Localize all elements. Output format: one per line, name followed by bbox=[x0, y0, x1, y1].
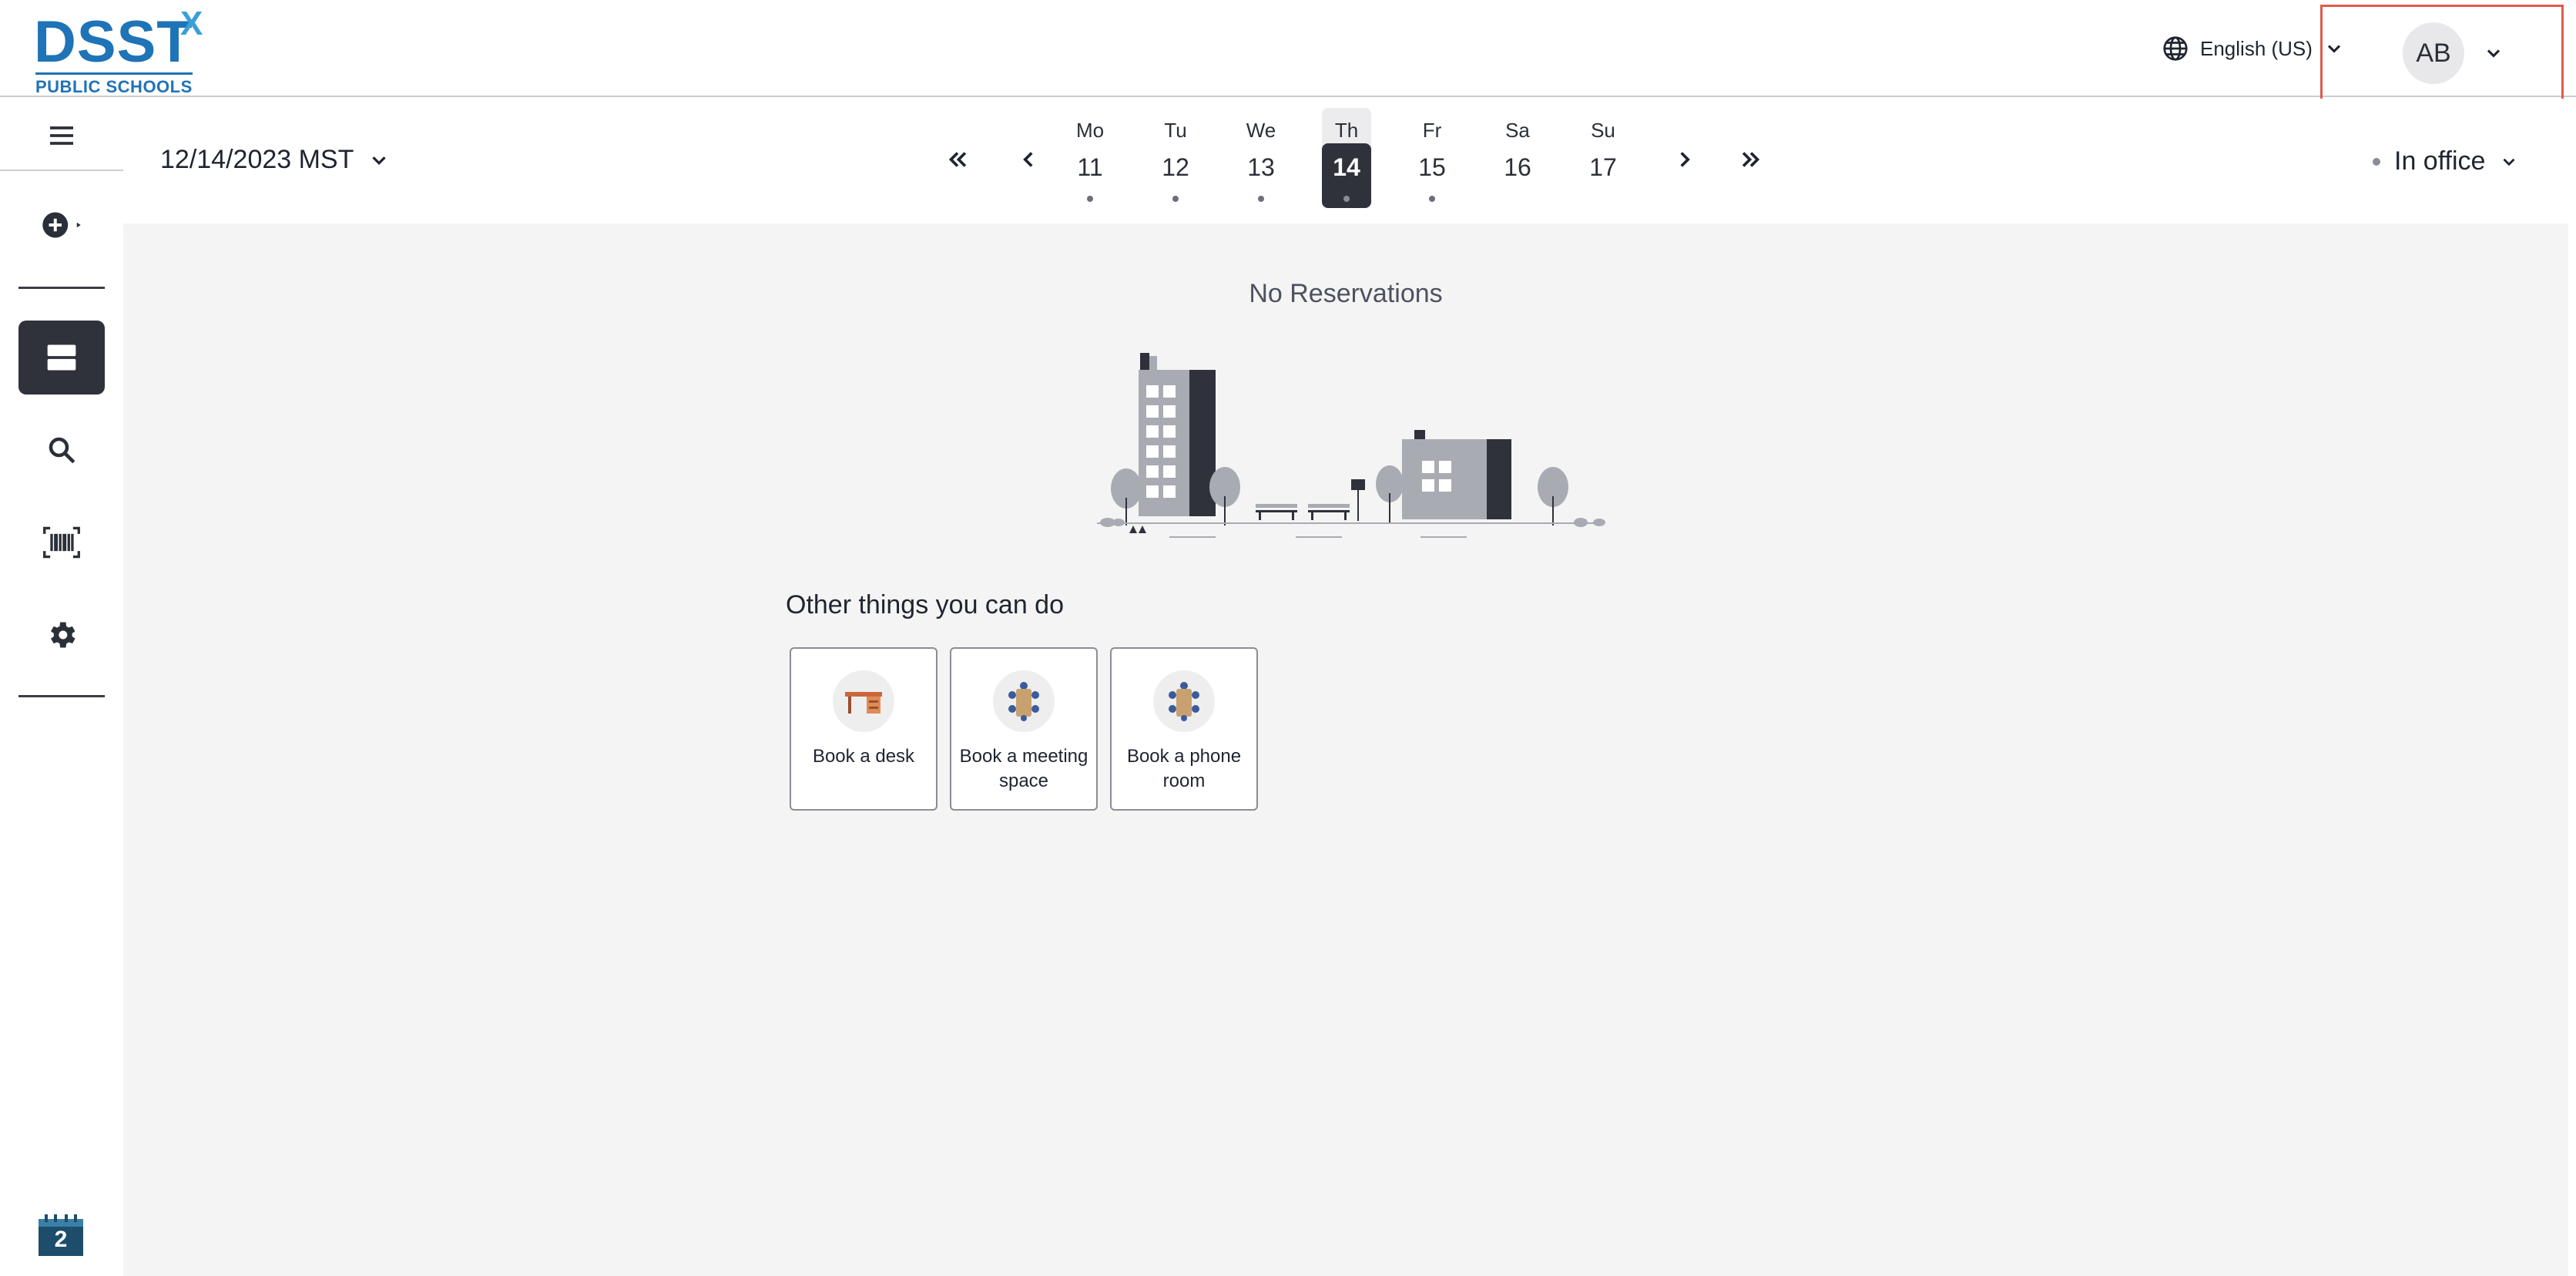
day-tuesday[interactable]: Tu 12 bbox=[1151, 108, 1200, 208]
day-name: Fr bbox=[1422, 119, 1442, 142]
day-name: Th bbox=[1334, 119, 1359, 142]
main-content: No Reservations Other things you can do … bbox=[123, 223, 2568, 1276]
reservation-dot bbox=[1429, 196, 1435, 202]
status-dot bbox=[2373, 157, 2380, 166]
sidebar-divider bbox=[18, 287, 105, 289]
day-date: 11 bbox=[1077, 153, 1103, 181]
book-desk-card[interactable]: Book a desk bbox=[790, 647, 937, 811]
card-label: Book a meeting space bbox=[959, 746, 1088, 791]
create-button[interactable] bbox=[18, 188, 105, 262]
reservation-dot bbox=[1172, 196, 1179, 202]
city-illustration bbox=[1097, 353, 1605, 538]
language-selector[interactable]: English (US) bbox=[2162, 31, 2345, 66]
sidebar: 2 bbox=[0, 99, 123, 1276]
date-selector[interactable]: 12/14/2023 MST bbox=[160, 145, 391, 175]
chevron-right-icon bbox=[1680, 152, 1690, 167]
day-date: 15 bbox=[1418, 153, 1446, 181]
chevron-down-icon bbox=[372, 156, 387, 165]
avatar-initials: AB bbox=[2416, 38, 2451, 68]
card-label: Book a desk bbox=[812, 746, 915, 767]
status-label: In office bbox=[2394, 146, 2486, 176]
day-name: Sa bbox=[1505, 119, 1530, 142]
reservation-dot bbox=[1087, 196, 1093, 202]
day-date: 16 bbox=[1504, 153, 1531, 181]
reservations-button[interactable] bbox=[18, 321, 105, 395]
sidebar-divider bbox=[18, 695, 105, 697]
calendar-badge-number: 2 bbox=[54, 1227, 68, 1252]
settings-button[interactable] bbox=[18, 598, 105, 672]
globe-icon bbox=[2163, 36, 2188, 61]
empty-state-text: No Reservations bbox=[1249, 279, 1443, 308]
first-week-button[interactable] bbox=[944, 146, 971, 180]
date-toolbar: 12/14/2023 MST Mo 11 Tu 12 We 13 Th 14 F… bbox=[123, 99, 2576, 223]
reservation-dot bbox=[1343, 196, 1350, 202]
logo-x-mark: X bbox=[180, 5, 203, 42]
day-saturday[interactable]: Sa 16 bbox=[1493, 108, 1542, 208]
next-week-button[interactable] bbox=[1672, 146, 1698, 180]
sidebar-menu-button[interactable] bbox=[18, 103, 105, 168]
day-friday[interactable]: Fr 15 bbox=[1407, 108, 1457, 208]
previous-week-button[interactable] bbox=[1015, 146, 1041, 180]
double-chevron-left-icon bbox=[948, 152, 967, 167]
day-date: 12 bbox=[1162, 153, 1189, 181]
logo-text: DSST bbox=[34, 9, 193, 75]
top-bar: DSST X PUBLIC SCHOOLS English (US) AB bbox=[0, 0, 2576, 119]
last-week-button[interactable] bbox=[1738, 146, 1764, 180]
day-thursday-selected[interactable]: Th 14 bbox=[1322, 108, 1371, 208]
hamburger-icon bbox=[50, 126, 73, 145]
search-icon bbox=[49, 437, 75, 464]
calendar-badge[interactable]: 2 bbox=[39, 1214, 83, 1256]
chevron-left-icon bbox=[1023, 152, 1033, 167]
day-date: 17 bbox=[1589, 153, 1617, 181]
scan-button[interactable] bbox=[18, 505, 105, 579]
day-sunday[interactable]: Su 17 bbox=[1578, 108, 1628, 208]
day-monday[interactable]: Mo 11 bbox=[1065, 108, 1115, 208]
double-chevron-right-icon bbox=[1742, 152, 1760, 167]
gear-icon bbox=[51, 622, 75, 648]
search-button[interactable] bbox=[18, 413, 105, 487]
reservations-icon bbox=[47, 344, 76, 371]
book-meeting-space-card[interactable]: Book a meeting space bbox=[950, 647, 1098, 811]
book-phone-room-card[interactable]: Book a phone room bbox=[1110, 647, 1258, 811]
date-label: 12/14/2023 MST bbox=[160, 145, 354, 174]
barcode-icon bbox=[43, 526, 80, 559]
presence-status-selector[interactable]: In office bbox=[2373, 146, 2519, 176]
desk-icon bbox=[833, 670, 894, 732]
chevron-down-icon[interactable] bbox=[2483, 42, 2504, 64]
sidebar-divider bbox=[0, 170, 123, 171]
language-label: English (US) bbox=[2200, 36, 2313, 60]
day-name: We bbox=[1246, 119, 1276, 142]
day-name: Su bbox=[1591, 119, 1615, 142]
avatar[interactable]: AB bbox=[2403, 22, 2464, 84]
logo-subtitle: PUBLIC SCHOOLS bbox=[35, 72, 193, 97]
plus-circle-icon bbox=[42, 212, 81, 238]
meeting-room-icon bbox=[993, 670, 1055, 732]
dsst-logo[interactable]: DSST X PUBLIC SCHOOLS bbox=[34, 5, 219, 97]
reservation-dot bbox=[1258, 196, 1264, 202]
day-date: 14 bbox=[1333, 153, 1360, 181]
day-name: Tu bbox=[1164, 119, 1187, 142]
other-actions-heading: Other things you can do bbox=[786, 590, 1065, 620]
day-wednesday[interactable]: We 13 bbox=[1236, 108, 1286, 208]
phone-room-icon bbox=[1153, 670, 1215, 732]
chevron-down-icon bbox=[2503, 158, 2515, 166]
day-name: Mo bbox=[1075, 119, 1105, 142]
card-label: Book a phone room bbox=[1126, 746, 1242, 791]
day-date: 13 bbox=[1247, 153, 1275, 181]
